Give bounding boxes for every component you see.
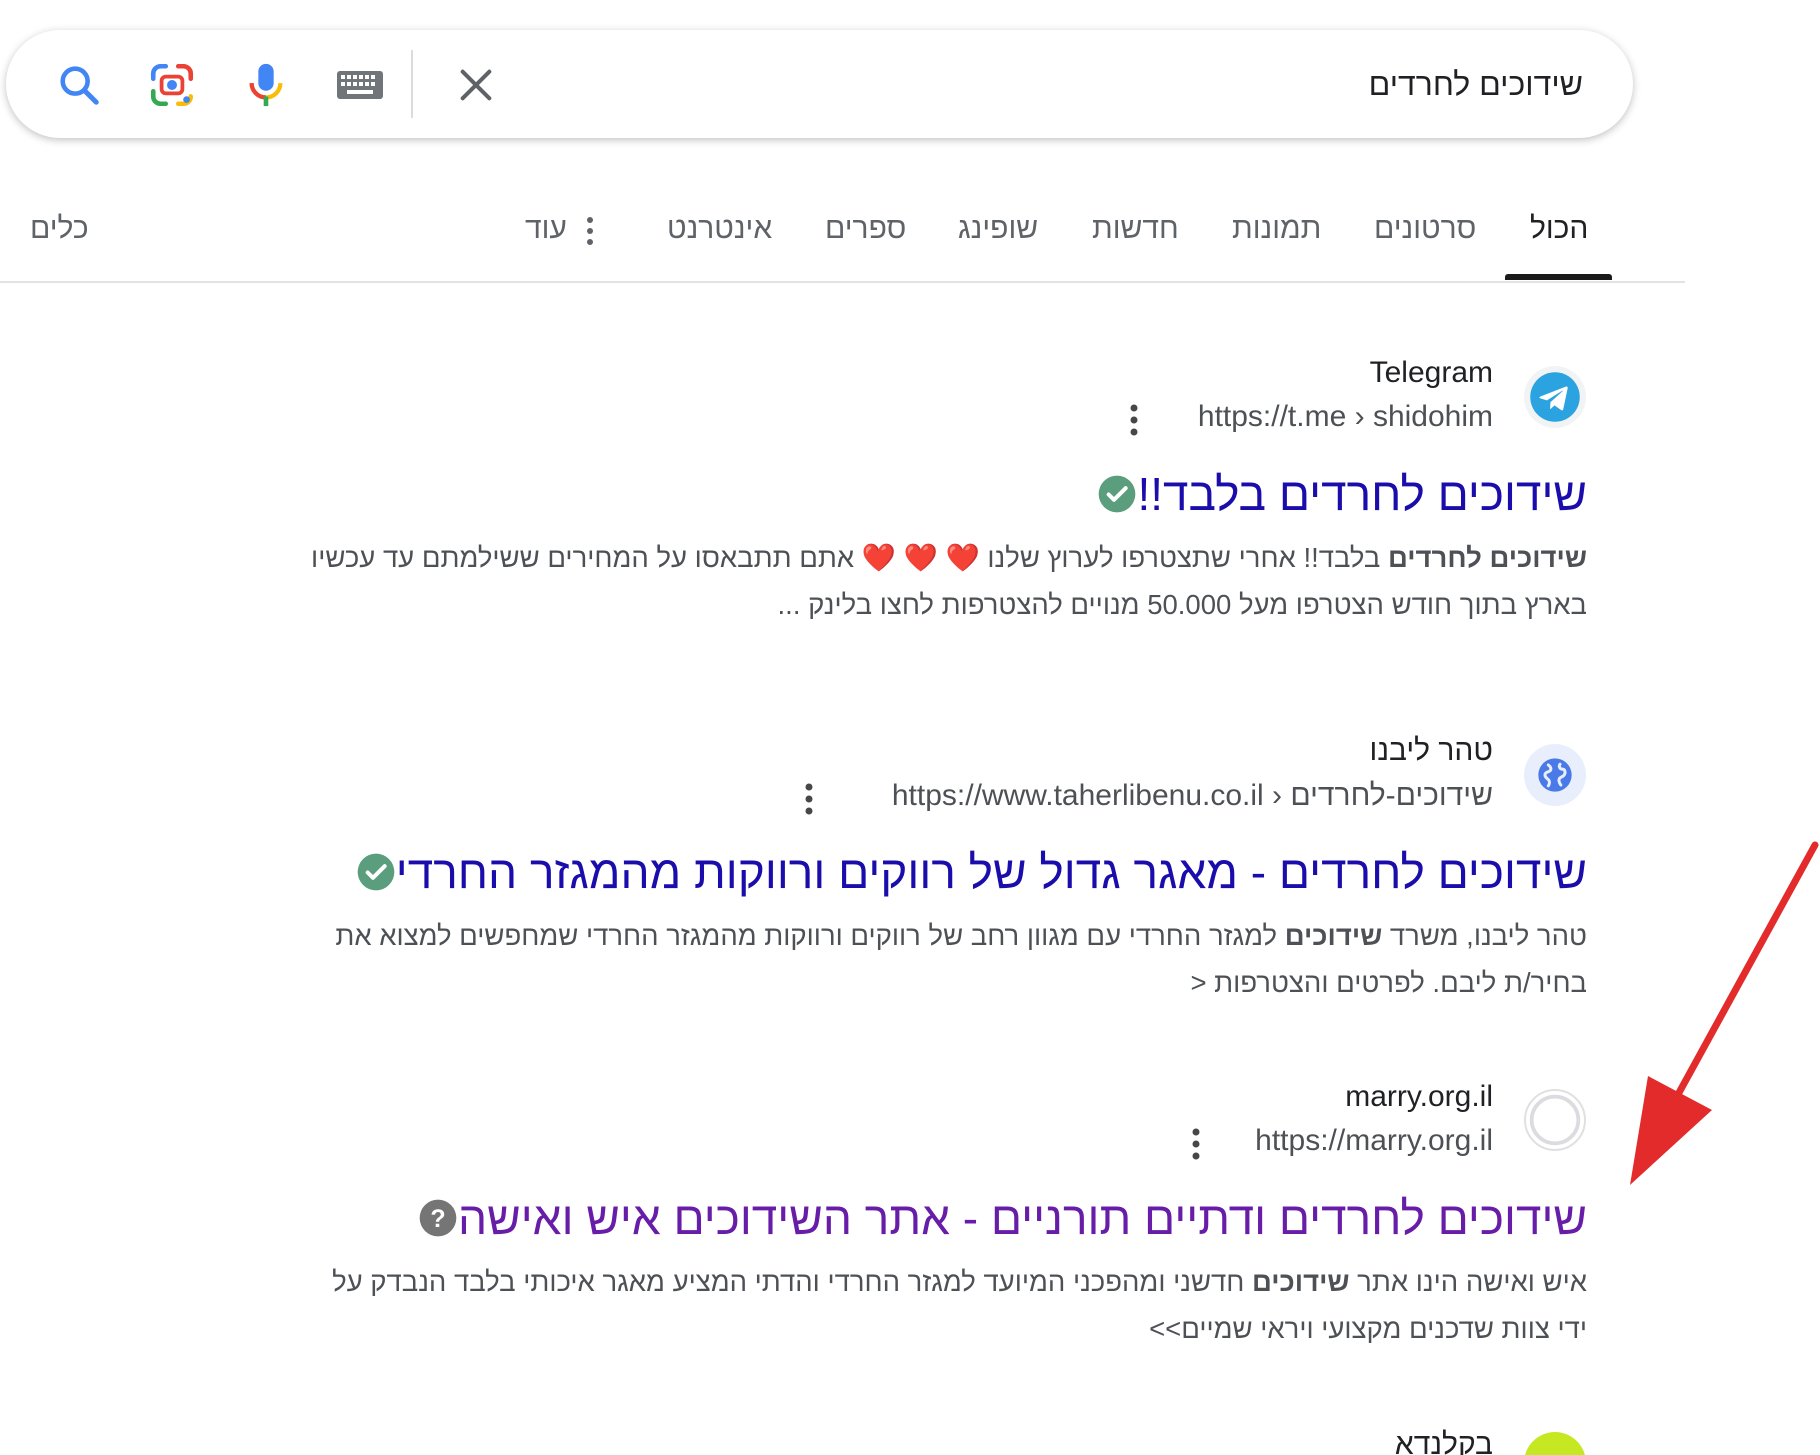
tab-all-underline bbox=[1505, 274, 1612, 280]
snippet-line: בחיר/ת ליבם. לפרטים והצטרפות < bbox=[1190, 967, 1587, 998]
search-icon[interactable] bbox=[51, 57, 107, 113]
result-site-name[interactable]: marry.org.il bbox=[1345, 1080, 1493, 1114]
snippet-bold: שידוכים bbox=[1252, 1266, 1350, 1297]
search-bar: שידוכים לחרדים bbox=[6, 30, 1633, 138]
search-input[interactable]: שידוכים לחרדים bbox=[1369, 66, 1583, 103]
tab-news[interactable]: חדשות bbox=[1092, 212, 1179, 246]
more-vert-icon bbox=[587, 217, 593, 245]
keyboard-icon[interactable] bbox=[332, 57, 388, 113]
snippet-line: טהר ליבנו, משרד שידוכים למגזר החרדי עם מ… bbox=[167, 912, 1587, 959]
result-snippet: שידוכים לחרדים בלבד!! אחרי שתצטרפו לערוץ… bbox=[167, 534, 1587, 628]
result-title-link[interactable]: שידוכים לחרדים בלבד!! bbox=[1099, 467, 1587, 525]
tab-tools[interactable]: כלים bbox=[30, 212, 89, 246]
result-snippet: איש ואישה הינו אתר שידוכים חדשני ומהפכני… bbox=[167, 1258, 1587, 1352]
snippet-line: שידוכים לחרדים בלבד!! אחרי שתצטרפו לערוץ… bbox=[167, 534, 1587, 581]
result-url[interactable]: https://t.me › shidohim bbox=[1198, 400, 1493, 434]
verified-check-icon bbox=[1099, 471, 1137, 525]
question-mark-icon: ? bbox=[419, 1195, 458, 1249]
google-lens-icon[interactable] bbox=[144, 57, 200, 113]
more-options-icon[interactable] bbox=[804, 783, 814, 815]
result-snippet: טהר ליבנו, משרד שידוכים למגזר החרדי עם מ… bbox=[167, 912, 1587, 1006]
tab-shopping[interactable]: שופינג bbox=[958, 212, 1038, 246]
more-options-icon[interactable] bbox=[1191, 1128, 1201, 1160]
snippet-text: איש ואישה הינו אתר bbox=[1349, 1266, 1587, 1297]
result-title-text[interactable]: שידוכים לחרדים בלבד!! bbox=[1137, 468, 1587, 520]
snippet-line: בארץ בתוך חודש הצטרפו מעל 50.000 מנויים … bbox=[777, 589, 1587, 620]
microphone-icon[interactable] bbox=[238, 57, 294, 113]
result-title-text[interactable]: שידוכים לחרדים - מאגר גדול של רווקים ורו… bbox=[396, 846, 1587, 898]
snippet-bold: שידוכים bbox=[1284, 920, 1383, 951]
snippet-text: חדשני ומהפכני המיועד למגזר החרדי והדתי ה… bbox=[332, 1266, 1252, 1297]
result-url[interactable]: https://marry.org.il bbox=[1255, 1124, 1493, 1158]
tab-videos[interactable]: סרטונים bbox=[1374, 212, 1476, 246]
close-icon[interactable] bbox=[448, 57, 504, 113]
result-title-link[interactable]: שידוכים לחרדים ודתיים תורניים - אתר השיד… bbox=[419, 1191, 1587, 1249]
telegram-icon[interactable] bbox=[1524, 366, 1586, 428]
snippet-text: למגזר החרדי עם מגוון רחב של רווקים ורווק… bbox=[335, 920, 1285, 951]
tab-web[interactable]: אינטרנט bbox=[667, 212, 772, 246]
result-title-text[interactable]: שידוכים לחרדים ודתיים תורניים - אתר השיד… bbox=[458, 1192, 1587, 1244]
tab-books[interactable]: ספרים bbox=[825, 212, 906, 246]
tab-all[interactable]: הכול bbox=[1530, 212, 1588, 246]
result-site-name[interactable]: טהר ליבנו bbox=[1370, 734, 1493, 768]
snippet-bold: שידוכים לחרדים bbox=[1388, 542, 1587, 573]
tab-images[interactable]: תמונות bbox=[1232, 212, 1321, 246]
svg-text:?: ? bbox=[430, 1205, 445, 1233]
more-options-icon[interactable] bbox=[1129, 404, 1139, 436]
snippet-line: איש ואישה הינו אתר שידוכים חדשני ומהפכני… bbox=[167, 1258, 1587, 1305]
tab-more[interactable]: עוד bbox=[525, 212, 567, 246]
site-favicon[interactable] bbox=[1524, 1089, 1586, 1151]
annotation-arrow bbox=[1630, 841, 1819, 1185]
snippet-line: ידי צוות שדכנים מקצועי ויראי שמיים>> bbox=[1149, 1313, 1587, 1344]
result-site-name[interactable]: Telegram bbox=[1370, 356, 1493, 390]
tabs-divider bbox=[0, 281, 1685, 283]
result-title-link[interactable]: שידוכים לחרדים - מאגר גדול של רווקים ורו… bbox=[357, 845, 1587, 903]
snippet-text: טהר ליבנו, משרד bbox=[1382, 920, 1587, 951]
snippet-text: בלבד!! אחרי שתצטרפו לערוץ שלנו ❤️ ❤️ ❤️ … bbox=[311, 542, 1388, 573]
search-bar-divider bbox=[411, 50, 413, 118]
verified-check-icon bbox=[357, 849, 396, 903]
result-site-name[interactable]: בקלנדא bbox=[1395, 1428, 1493, 1455]
result-url[interactable]: https://www.taherlibenu.co.il › שידוכים-… bbox=[892, 779, 1493, 813]
site-favicon[interactable]: B bbox=[1524, 1432, 1586, 1455]
globe-icon[interactable] bbox=[1524, 744, 1586, 806]
